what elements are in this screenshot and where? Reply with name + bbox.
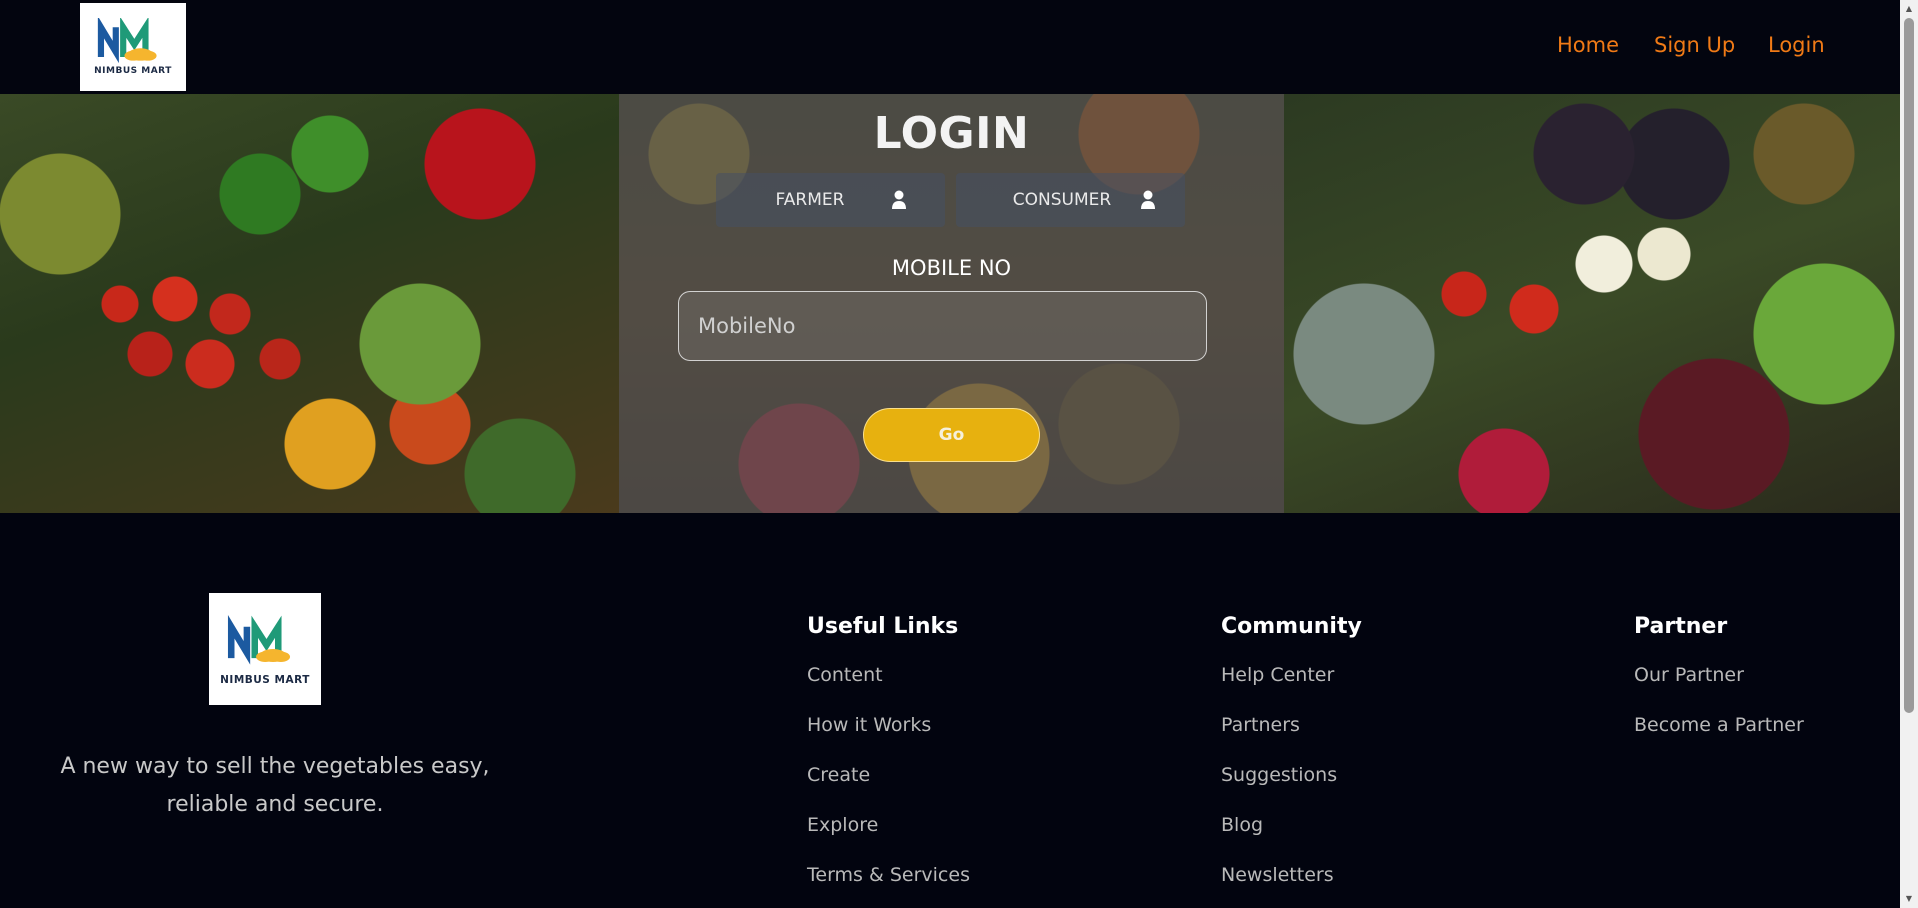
mobile-number-input[interactable] xyxy=(678,291,1207,361)
consumer-role-button[interactable]: CONSUMER xyxy=(956,173,1185,227)
vertical-scrollbar[interactable]: ▲ ▼ xyxy=(1900,0,1918,908)
person-icon xyxy=(1140,190,1156,210)
useful-links-heading: Useful Links xyxy=(807,614,959,639)
main-nav: Home Sign Up Login xyxy=(18,33,1918,63)
scroll-up-icon[interactable]: ▲ xyxy=(1904,4,1914,14)
farmer-role-button[interactable]: FARMER xyxy=(716,173,945,227)
footer-logo[interactable]: NIMBUS MART xyxy=(209,593,321,705)
footer-link-become-partner[interactable]: Become a Partner xyxy=(1634,710,1804,760)
consumer-role-label: CONSUMER xyxy=(1012,190,1112,210)
login-title: LOGIN xyxy=(873,108,1030,159)
nav-home-link[interactable]: Home xyxy=(1557,33,1619,57)
footer-link-how-it-works[interactable]: How it Works xyxy=(807,710,970,760)
footer-link-newsletters[interactable]: Newsletters xyxy=(1221,860,1362,908)
footer-link-help-center[interactable]: Help Center xyxy=(1221,660,1362,710)
go-button[interactable]: Go xyxy=(863,408,1040,462)
mobile-no-label: MOBILE NO xyxy=(891,256,1012,280)
community-heading: Community xyxy=(1221,614,1362,639)
nav-login-link[interactable]: Login xyxy=(1768,33,1825,57)
footer-link-partners[interactable]: Partners xyxy=(1221,710,1362,760)
nav-signup-link[interactable]: Sign Up xyxy=(1654,33,1735,57)
footer-link-create[interactable]: Create xyxy=(807,760,970,810)
person-icon xyxy=(891,190,907,210)
footer-link-our-partner[interactable]: Our Partner xyxy=(1634,660,1804,710)
nimbus-mart-logo-icon xyxy=(226,612,304,670)
logo-text: NIMBUS MART xyxy=(94,65,172,76)
footer-link-blog[interactable]: Blog xyxy=(1221,810,1362,860)
logo-text: NIMBUS MART xyxy=(220,674,310,687)
footer-link-content[interactable]: Content xyxy=(807,660,970,710)
login-form: LOGIN FARMER CONSUMER MOBILE NO Go xyxy=(619,94,1284,513)
footer-link-terms[interactable]: Terms & Services xyxy=(807,860,970,908)
scroll-down-icon[interactable]: ▼ xyxy=(1904,894,1914,904)
farmer-role-label: FARMER xyxy=(775,190,845,210)
community-column: Community Help Center Partners Suggestio… xyxy=(1221,614,1362,908)
scrollbar-thumb[interactable] xyxy=(1904,18,1914,713)
partner-column: Partner Our Partner Become a Partner xyxy=(1634,614,1804,760)
useful-links-column: Useful Links Content How it Works Create… xyxy=(807,614,970,908)
partner-heading: Partner xyxy=(1634,614,1728,639)
vegetables-image-left xyxy=(0,94,619,513)
vegetables-image-right xyxy=(1284,94,1900,513)
footer-link-suggestions[interactable]: Suggestions xyxy=(1221,760,1362,810)
footer-link-explore[interactable]: Explore xyxy=(807,810,970,860)
footer-tagline: A new way to sell the vegetables easy, r… xyxy=(60,754,490,817)
